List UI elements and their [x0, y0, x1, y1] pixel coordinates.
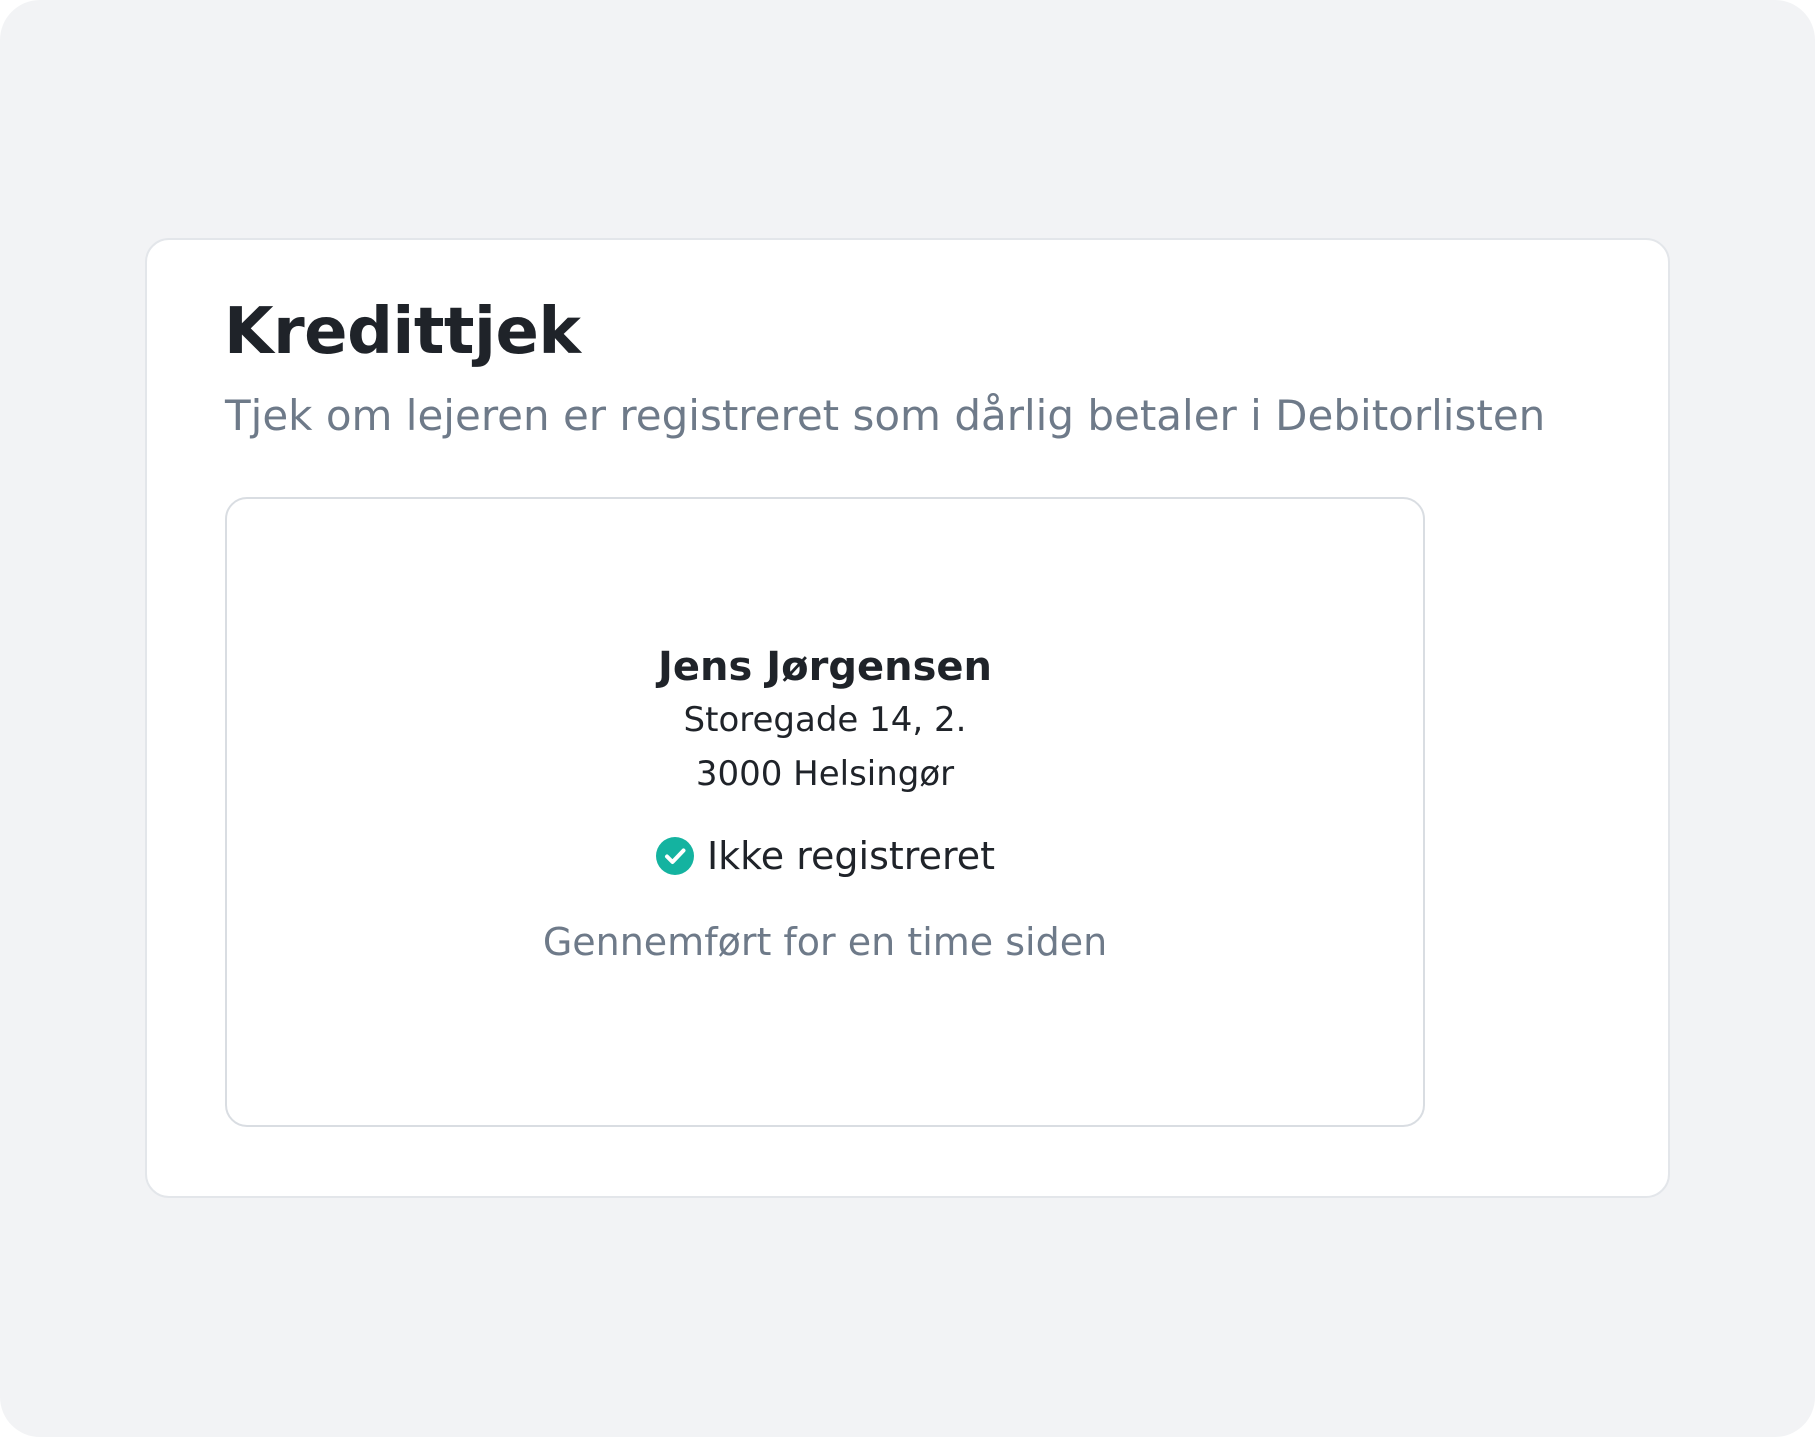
tenant-name: Jens Jørgensen	[658, 644, 992, 690]
result-content: Jens Jørgensen Storegade 14, 2. 3000 Hel…	[227, 641, 1423, 967]
page-background: Kredittjek Tjek om lejeren er registrere…	[0, 0, 1815, 1437]
page-subtitle: Tjek om lejeren er registreret som dårli…	[225, 391, 1546, 440]
credit-check-result-panel: Jens Jørgensen Storegade 14, 2. 3000 Hel…	[225, 497, 1425, 1127]
tenant-address-line2: 3000 Helsingør	[695, 754, 955, 794]
credit-check-card: Kredittjek Tjek om lejeren er registrere…	[145, 238, 1670, 1198]
status-badge: Ikke registreret	[655, 831, 995, 881]
check-circle-icon	[655, 837, 694, 875]
tenant-address-line1: Storegade 14, 2.	[683, 700, 967, 740]
status-label: Ikke registreret	[706, 834, 996, 878]
check-timestamp: Gennemført for en time siden	[542, 920, 1108, 964]
page-title: Kredittjek	[224, 295, 581, 369]
